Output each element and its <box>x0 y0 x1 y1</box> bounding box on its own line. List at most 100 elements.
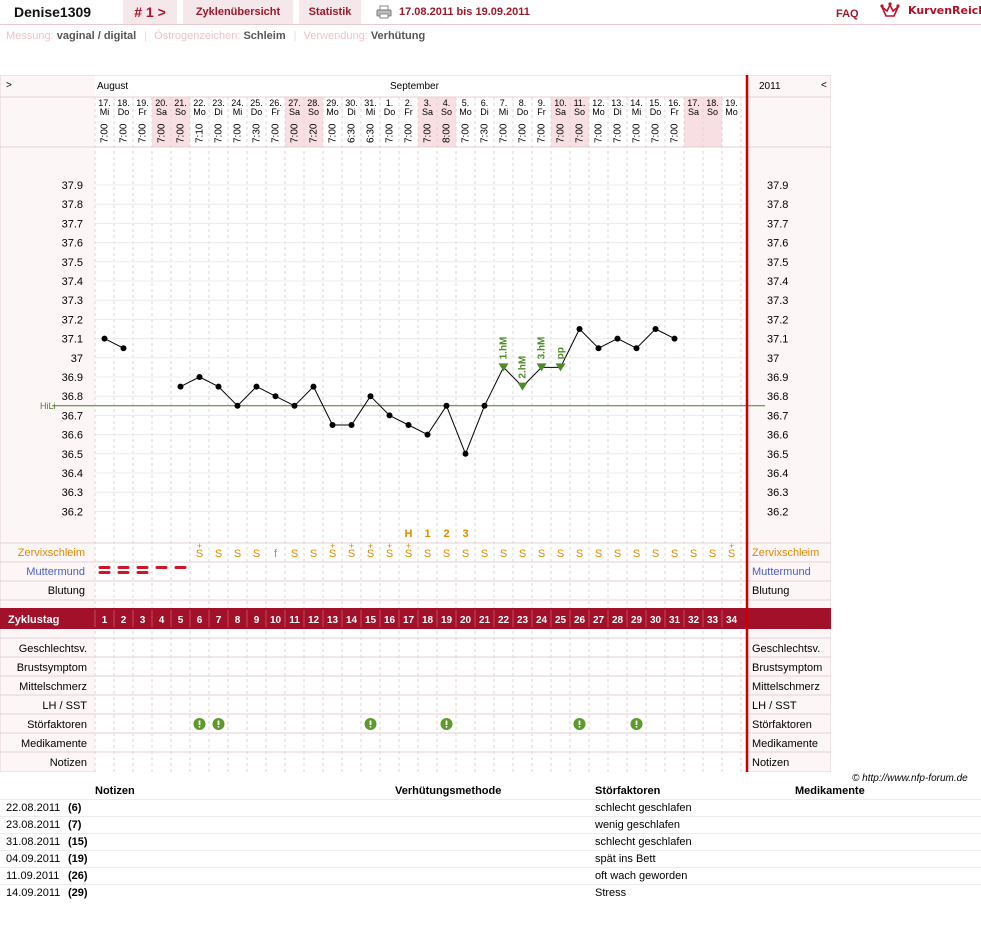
y-tick-right: 36.2 <box>767 506 788 518</box>
y-tick-left: 37.5 <box>62 257 83 269</box>
note-factor: oft wach geworden <box>595 870 688 882</box>
faq-link[interactable]: FAQ <box>836 8 859 20</box>
temp-point <box>348 422 355 428</box>
weekday: Fr <box>404 107 413 117</box>
y-tick-left: 37.4 <box>62 276 83 288</box>
cycle-day-number: 11 <box>289 615 300 626</box>
cycle-day-number: 13 <box>327 615 339 626</box>
note-cycle-day: (19) <box>68 853 88 865</box>
y-tick-left: 36.6 <box>62 430 83 442</box>
cycle-day-number: 21 <box>479 615 491 626</box>
weekday: Fr <box>271 107 280 117</box>
cycle-day-number: 14 <box>346 615 358 626</box>
measure-time: 6:30 <box>347 123 358 143</box>
y-tick-left: 36.9 <box>62 372 83 384</box>
bottom-row-label-right: Notizen <box>752 757 789 769</box>
cervix-value: S <box>291 548 298 560</box>
temp-point <box>215 383 222 390</box>
disturbance-icon-bar <box>198 720 201 725</box>
temp-point <box>386 412 393 419</box>
cervix-value: S <box>462 548 469 560</box>
measure-time: 7:00 <box>100 123 111 143</box>
cervix-plus-mark: + <box>349 541 354 551</box>
bottom-row-label-left: Mittelschmerz <box>19 681 87 693</box>
measure-time: 7:00 <box>594 123 605 143</box>
note-factor: Stress <box>595 887 627 899</box>
cervix-plus-mark: + <box>729 541 734 551</box>
cycle-day-number: 22 <box>498 615 510 626</box>
weekday: Do <box>118 107 130 117</box>
temp-point <box>462 450 469 457</box>
weekday: Mi <box>366 107 376 117</box>
note-date: 04.09.2011 <box>6 853 61 865</box>
temp-point <box>576 326 583 332</box>
logo-text[interactable]: KurvenReich <box>908 4 981 17</box>
temp-point <box>405 422 412 428</box>
measure-time: 7:00 <box>290 123 301 143</box>
cycle-day-number: 2 <box>121 615 127 626</box>
note-cycle-day: (29) <box>68 887 88 899</box>
measure-time: 7:30 <box>480 123 491 143</box>
cycle-day-number: 32 <box>688 615 700 626</box>
disturbance-icon-dot <box>445 725 448 728</box>
cervix-plus-mark: + <box>197 541 202 551</box>
cervix-plus-mark: + <box>330 541 335 551</box>
weekday: Do <box>251 107 263 117</box>
cervix-plus-mark: + <box>387 541 392 551</box>
estrogen-value: Schleim <box>243 30 286 42</box>
y-tick-left: 37 <box>71 353 83 365</box>
method-header: Verhütungsmethode <box>395 785 502 797</box>
tab-statistics[interactable]: Statistik <box>299 0 361 24</box>
bleeding-mark <box>174 566 187 569</box>
measure-time: 7:00 <box>575 123 586 143</box>
y-tick-right: 36.6 <box>767 430 788 442</box>
cervix-value: S <box>424 548 431 560</box>
cycle-day-number: 29 <box>631 615 643 626</box>
weekday: Mo <box>592 107 605 117</box>
cycle-day-number: 27 <box>593 615 605 626</box>
cervix-label-left: Zervixschleim <box>18 547 85 559</box>
cycle-day-number: 3 <box>140 615 146 626</box>
cervix-value: S <box>652 548 659 560</box>
note-date: 11.09.2011 <box>6 870 60 882</box>
cycle-day-number: 6 <box>197 615 203 626</box>
y-tick-left: 36.8 <box>62 391 83 403</box>
temp-point <box>101 335 108 342</box>
tab-cycle-overview[interactable]: Zyklenübersicht <box>183 0 293 24</box>
temp-point <box>424 431 431 438</box>
cycle-day-number: 23 <box>517 615 529 626</box>
weekday: Di <box>480 107 489 117</box>
copyright: © http://www.nfp-forum.de <box>852 773 968 784</box>
muttermund-label-left: Muttermund <box>26 566 85 578</box>
weekday: Do <box>384 107 396 117</box>
disturbance-icon-bar <box>369 720 372 725</box>
y-tick-right: 37.1 <box>767 334 788 346</box>
measure-time: 7:00 <box>670 123 681 143</box>
cycle-selector[interactable]: # 1 > <box>123 0 177 24</box>
crown-logo-icon[interactable] <box>880 2 900 20</box>
disturbance-icon-dot <box>578 725 581 728</box>
nav-next-button[interactable]: < <box>821 80 827 91</box>
marker-label: 1.hM <box>499 337 510 360</box>
measure-time: 7:00 <box>385 123 396 143</box>
disturbance-icon-bar <box>445 720 448 725</box>
cervix-value: S <box>576 548 583 560</box>
cervix-value: S <box>690 548 697 560</box>
bottom-row-label-left: LH / SST <box>42 700 87 712</box>
weekday: Di <box>347 107 356 117</box>
nav-prev-button[interactable]: > <box>6 80 12 91</box>
disturbance-icon-dot <box>369 725 372 728</box>
month-august: August <box>97 81 128 92</box>
measure-time: 7:00 <box>613 123 624 143</box>
measure-time: 7:00 <box>632 123 643 143</box>
printer-icon[interactable] <box>376 5 392 19</box>
note-date: 23.08.2011 <box>6 819 61 831</box>
cycle-day-number: 7 <box>216 615 222 626</box>
y-tick-right: 37.6 <box>767 238 788 250</box>
bleeding-mark <box>98 566 111 569</box>
bottom-row-label-right: Medikamente <box>752 738 818 750</box>
cervix-value: S <box>215 548 222 560</box>
disturbance-icon-dot <box>217 725 220 728</box>
bleeding-label-left: Blutung <box>48 585 85 597</box>
cervix-value: S <box>519 548 526 560</box>
